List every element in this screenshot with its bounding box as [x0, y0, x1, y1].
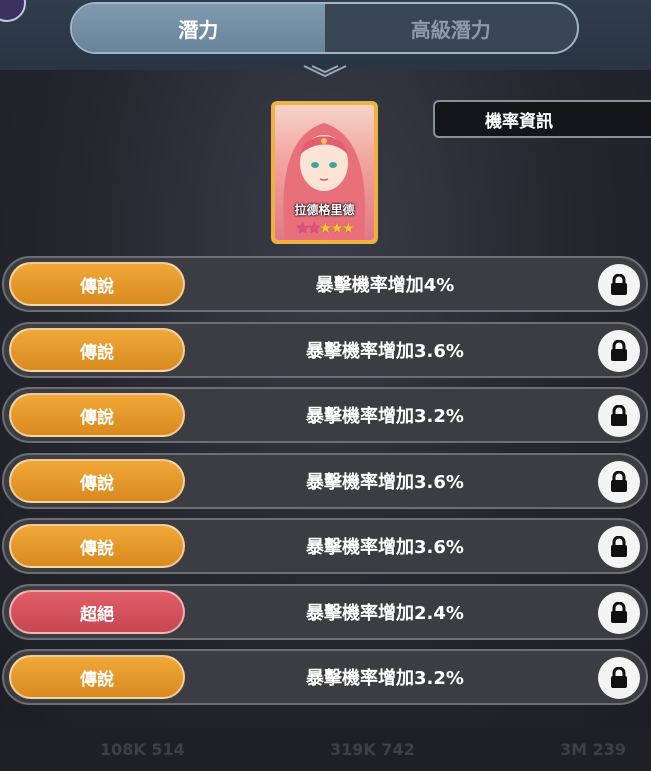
character-portrait: 拉德格里德 ★★★★★ [275, 105, 374, 240]
potential-row: 傳說 暴擊機率增加3.6% [2, 453, 648, 509]
potential-row: 傳說 暴擊機率增加3.6% [2, 322, 648, 378]
lock-icon [611, 471, 627, 492]
lock-icon [611, 340, 627, 361]
potential-text: 暴擊機率增加3.6% [306, 537, 464, 558]
lock-icon [611, 405, 627, 426]
character-card[interactable]: 拉德格里德 ★★★★★ [271, 101, 378, 244]
chevron-down-icon [303, 65, 347, 78]
lock-toggle[interactable] [598, 395, 640, 437]
lock-toggle[interactable] [598, 461, 640, 503]
grade-badge: 超絕 [9, 590, 185, 634]
probability-info-button[interactable]: 機率資訊 [433, 100, 651, 138]
grade-badge: 傳說 [9, 262, 185, 306]
star-icon: ★ [330, 219, 344, 237]
potential-text: 暴擊機率增加2.4% [306, 603, 464, 624]
lock-toggle[interactable] [598, 264, 640, 306]
lock-toggle[interactable] [598, 330, 640, 372]
potential-text: 暴擊機率增加3.2% [306, 668, 464, 689]
star-icon: ★ [341, 219, 356, 237]
character-name: 拉德格里德 [294, 203, 355, 217]
background-stats-strip: 108K 514 319K 742 3M 239 [0, 728, 651, 771]
potential-text: 暴擊機率增加4% [315, 275, 455, 296]
potential-text: 暴擊機率增加3.6% [306, 472, 464, 493]
defense-stat: 319K 742 [330, 740, 415, 759]
grade-badge: 傳說 [9, 524, 185, 568]
grade-badge: 傳說 [9, 655, 185, 699]
lock-icon [611, 602, 627, 623]
grade-badge: 傳說 [9, 459, 185, 503]
potential-row: 傳說 暴擊機率增加3.2% [2, 387, 648, 443]
star-icon: ★ [295, 219, 310, 237]
lock-icon [611, 274, 627, 295]
lock-toggle[interactable] [598, 657, 640, 699]
lock-icon [611, 667, 627, 688]
lock-icon [611, 536, 627, 557]
potential-row: 傳說 暴擊機率增加3.6% [2, 518, 648, 574]
tab-potential[interactable]: 潛力 [72, 4, 325, 52]
attack-stat: 108K 514 [100, 740, 185, 759]
potential-text: 暴擊機率增加3.6% [306, 341, 464, 362]
tab-advanced-potential[interactable]: 高級潛力 [325, 4, 578, 52]
star-icon: ★ [318, 219, 333, 237]
lock-toggle[interactable] [598, 592, 640, 634]
potential-row: 傳說 暴擊機率增加4% [2, 256, 648, 312]
star-rating: ★★★★★ [275, 219, 374, 237]
potential-row: 傳說 暴擊機率增加3.2% [2, 649, 648, 705]
grade-badge: 傳說 [9, 393, 185, 437]
hp-stat: 3M 239 [560, 740, 627, 759]
star-icon: ★ [307, 219, 321, 237]
grade-badge: 傳說 [9, 328, 185, 372]
tab-bar: 潛力 高級潛力 [70, 2, 579, 54]
potential-text: 暴擊機率增加3.2% [306, 406, 464, 427]
potential-row: 超絕 暴擊機率增加2.4% [2, 584, 648, 640]
lock-toggle[interactable] [598, 526, 640, 568]
